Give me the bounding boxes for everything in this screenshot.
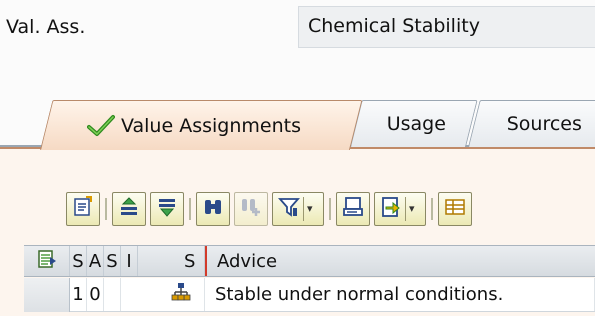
tab-value-assignments-label: Value Assignments [121,114,302,137]
column-header-i[interactable]: I [121,246,138,276]
print-icon [118,196,140,222]
export-icon [380,196,402,222]
export-button[interactable]: ▾ [374,192,426,226]
select-all-icon [37,249,57,274]
tab-value-assignments[interactable]: Value Assignments [40,100,363,150]
column-header-s[interactable]: S [138,246,205,276]
tab-sources[interactable]: Sources [468,100,595,147]
table-header: S A S I S Advice [24,245,595,277]
set-filter-button[interactable]: ▾ [272,192,324,226]
filter-icon [156,196,178,222]
print-preview-button[interactable] [336,192,370,226]
cell-advice[interactable]: Stable under normal conditions. [205,278,595,311]
tab-usage-label: Usage [386,113,446,135]
cell-a[interactable]: 0 [87,278,104,311]
table-row: 1 0 Stable under normal conditions. [24,278,595,312]
column-header-s[interactable]: S [70,246,87,276]
cell-s[interactable]: 1 [70,278,87,311]
details-icon [72,196,94,222]
tab-sources-label: Sources [506,113,582,135]
row-selector[interactable] [24,278,70,312]
print-preview-icon [342,196,364,222]
layout-icon [444,196,466,222]
hierarchy-icon [171,282,191,307]
chevron-down-icon: ▾ [303,197,313,221]
cell-s[interactable] [104,278,121,311]
print-button[interactable] [112,192,146,226]
checkmark-icon [87,114,116,138]
cell-i[interactable] [158,278,205,311]
set-filter-icon [278,196,300,222]
details-button[interactable] [66,192,100,226]
find-next-button[interactable] [234,192,268,226]
toolbar-separator [328,196,332,222]
filter-button[interactable] [150,192,184,226]
column-header-advice[interactable]: Advice [205,246,595,276]
select-all-button[interactable] [24,246,70,276]
column-header-s[interactable]: S [104,246,121,276]
value-assessment-label: Val. Ass. [6,16,86,38]
toolbar-separator [430,196,434,222]
table-toolbar: ▾ ▾ [66,191,472,227]
tab-usage[interactable]: Usage [350,100,478,147]
column-header-a[interactable]: A [87,246,104,276]
toolbar-separator [188,196,192,222]
toolbar-separator [104,196,108,222]
find-icon [202,196,224,222]
layout-button[interactable] [438,192,472,226]
value-assessment-field[interactable]: Chemical Stability [298,6,595,48]
chevron-down-icon: ▾ [405,197,415,221]
find-next-icon [240,196,262,222]
find-button[interactable] [196,192,230,226]
